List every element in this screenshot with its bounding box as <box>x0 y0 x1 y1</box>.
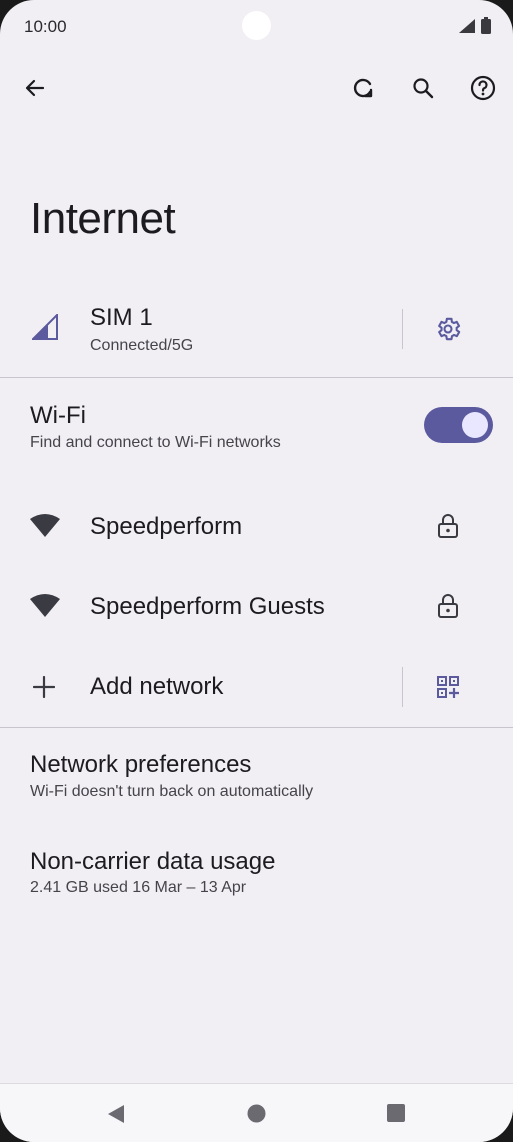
wifi-icon <box>30 514 60 537</box>
help-button[interactable] <box>461 66 505 110</box>
system-nav-bar <box>0 1083 513 1142</box>
battery-icon <box>481 17 491 34</box>
refresh-icon <box>353 78 373 98</box>
gear-icon <box>438 317 461 341</box>
non-carrier-data-row[interactable]: Non-carrier data usage 2.41 GB used 16 M… <box>0 835 513 915</box>
help-icon <box>470 75 496 101</box>
page-title: Internet <box>30 194 176 243</box>
wifi-toggle[interactable] <box>424 407 493 443</box>
sim-status: Connected/5G <box>90 337 194 354</box>
wifi-title: Wi-Fi <box>30 402 86 429</box>
status-time: 10:00 <box>24 17 67 36</box>
status-icons <box>458 17 491 34</box>
sim-title: SIM 1 <box>90 304 153 331</box>
nav-back-icon[interactable] <box>106 1104 126 1124</box>
non-carrier-title: Non-carrier data usage <box>30 848 276 875</box>
network-preferences-title: Network preferences <box>30 751 252 778</box>
qr-code-icon <box>437 676 459 698</box>
arrow-left-icon <box>25 79 45 97</box>
back-button[interactable] <box>13 66 57 110</box>
phone-screen: 10:00 Internet SIM 1 Connected/5G Wi-Fi … <box>0 0 513 1142</box>
nav-recents-icon[interactable] <box>387 1104 405 1122</box>
network-name: Speedperform Guests <box>90 593 325 620</box>
add-network-divider <box>402 667 403 707</box>
network-preferences-row[interactable]: Network preferences Wi-Fi doesn't turn b… <box>0 738 513 818</box>
network-item[interactable]: Speedperform <box>0 487 513 567</box>
sim-divider <box>402 309 403 349</box>
search-button[interactable] <box>401 66 445 110</box>
refresh-button[interactable] <box>341 66 385 110</box>
cellular-signal-icon <box>32 314 58 340</box>
status-bar: 10:00 <box>0 0 513 54</box>
add-network-label: Add network <box>90 673 224 700</box>
network-preferences-subtitle: Wi-Fi doesn't turn back on automatically <box>30 783 314 800</box>
network-name: Speedperform <box>90 513 243 540</box>
signal-icon <box>459 18 475 33</box>
nav-home-icon[interactable] <box>247 1104 266 1123</box>
search-icon <box>413 78 434 99</box>
lock-icon <box>438 594 458 618</box>
section-divider <box>0 727 513 728</box>
wifi-subtitle: Find and connect to Wi-Fi networks <box>30 434 281 451</box>
non-carrier-subtitle: 2.41 GB used 16 Mar – 13 Apr <box>30 879 247 896</box>
wifi-icon <box>30 594 60 617</box>
wifi-toggle-thumb <box>462 412 488 438</box>
lock-icon <box>438 514 458 538</box>
plus-icon <box>33 676 55 698</box>
camera-cutout <box>242 11 271 40</box>
scan-qr-button[interactable] <box>426 665 470 709</box>
network-item[interactable]: Speedperform Guests <box>0 567 513 647</box>
sim-settings-button[interactable] <box>426 307 470 351</box>
section-divider <box>0 377 513 378</box>
